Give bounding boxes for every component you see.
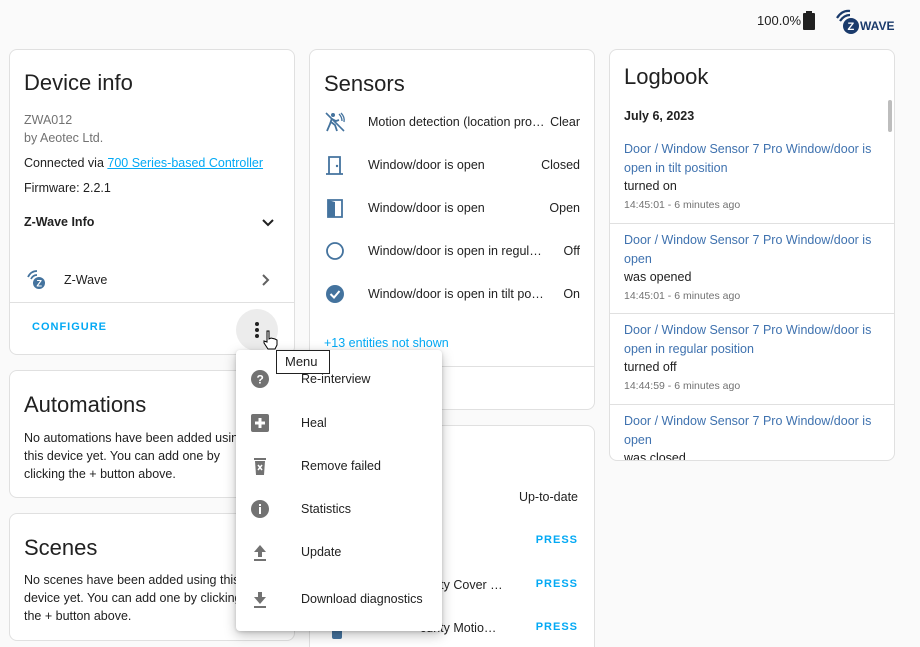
sensor-label: Window/door is open in tilt position bbox=[368, 287, 548, 301]
zwave-icon: Z bbox=[27, 270, 45, 289]
device-info-card: Device info ZWA012 by Aeotec Ltd. Connec… bbox=[9, 49, 295, 355]
logbook-entry: Door / Window Sensor 7 Pro Window/door i… bbox=[610, 140, 894, 230]
svg-text:Z: Z bbox=[37, 279, 43, 289]
card-divider bbox=[10, 302, 294, 303]
sensor-state: Off bbox=[563, 244, 580, 258]
menu-item-remove-failed[interactable]: Remove failed bbox=[236, 445, 442, 485]
battery-full-icon bbox=[803, 11, 815, 30]
svg-text:Z: Z bbox=[848, 21, 855, 33]
sensor-row-door[interactable]: Window/door is open Closed bbox=[310, 144, 594, 187]
menu-dot bbox=[255, 328, 259, 332]
logbook-entry: Door / Window Sensor 7 Pro Window/door i… bbox=[610, 231, 894, 321]
sensor-state: Open bbox=[549, 201, 580, 215]
logbook-divider bbox=[610, 223, 894, 224]
sensor-label: Window/door is open bbox=[368, 201, 485, 215]
automations-title: Automations bbox=[24, 392, 147, 417]
zwave-integration-link[interactable]: Z-Wave bbox=[64, 273, 107, 287]
top-bar: 100.0% Z WAVE bbox=[0, 0, 920, 44]
logbook-entity-link[interactable]: Door / Window Sensor 7 Pro Window/door i… bbox=[624, 231, 884, 269]
logbook-action: was closed bbox=[624, 451, 686, 461]
sensor-label: Window/door is open bbox=[368, 158, 485, 172]
logbook-entry: Door / Window Sensor 7 Pro Window/door i… bbox=[610, 321, 894, 411]
scenes-title: Scenes bbox=[24, 535, 98, 560]
menu-item-label: Update bbox=[301, 545, 342, 559]
logbook-time: 14:44:59 - 6 minutes ago bbox=[624, 380, 741, 392]
logbook-entity-link[interactable]: Door / Window Sensor 7 Pro Window/door i… bbox=[624, 140, 884, 178]
menu-item-update[interactable]: Update bbox=[236, 531, 442, 571]
menu-item-label: Download diagnostics bbox=[301, 592, 423, 606]
automations-empty-text: No automations have been added using thi… bbox=[24, 431, 245, 481]
connected-via: Connected via 700 Series-based Controlle… bbox=[24, 156, 263, 170]
menu-item-statistics[interactable]: Statistics bbox=[236, 488, 442, 528]
firmware-version: Firmware: 2.2.1 bbox=[24, 181, 111, 195]
help-circle-icon: ? bbox=[251, 370, 269, 388]
download-icon bbox=[254, 592, 266, 608]
connected-via-prefix: Connected via bbox=[24, 156, 108, 170]
chevron-down-icon[interactable] bbox=[260, 215, 276, 231]
logbook-action: turned off bbox=[624, 360, 677, 374]
logbook-action: was opened bbox=[624, 270, 692, 284]
logbook-entry: Door / Window Sensor 7 Pro Window/door i… bbox=[610, 412, 894, 461]
menu-item-label: Heal bbox=[301, 416, 327, 430]
logbook-time: 14:45:01 - 6 minutes ago bbox=[624, 199, 741, 211]
device-actions-menu: ? Re-interview Heal Remove failed Statis… bbox=[236, 350, 442, 631]
menu-item-label: Remove failed bbox=[301, 459, 381, 473]
device-info-title: Device info bbox=[24, 70, 133, 95]
logbook-time: 14:45:01 - 6 minutes ago bbox=[624, 290, 741, 302]
sensor-state: Closed bbox=[541, 158, 580, 172]
logbook-divider bbox=[610, 404, 894, 405]
delete-icon bbox=[254, 458, 266, 475]
logbook-entity-link[interactable]: Door / Window Sensor 7 Pro Window/door i… bbox=[624, 412, 884, 450]
chevron-right-icon[interactable] bbox=[258, 272, 274, 288]
door-closed-icon bbox=[326, 156, 343, 175]
device-manufacturer: by Aeotec Ltd. bbox=[24, 131, 104, 145]
svg-text:?: ? bbox=[257, 373, 264, 387]
configure-button[interactable]: CONFIGURE bbox=[32, 321, 107, 333]
door-open-icon bbox=[327, 199, 343, 218]
menu-item-heal[interactable]: Heal bbox=[236, 402, 442, 442]
motion-sensor-off-icon bbox=[325, 112, 345, 132]
sensor-label: Window/door is open in regular position bbox=[368, 244, 548, 258]
scenes-empty-text: No scenes have been added using this dev… bbox=[24, 573, 242, 623]
logbook-title: Logbook bbox=[624, 64, 709, 89]
more-entities-link[interactable]: +13 entities not shown bbox=[324, 336, 449, 350]
zwave-logo: Z WAVE bbox=[836, 9, 894, 34]
medical-bag-icon bbox=[251, 414, 269, 432]
logbook-action: turned on bbox=[624, 179, 677, 193]
controller-link[interactable]: 700 Series-based Controller bbox=[107, 156, 263, 170]
sensor-state: Clear bbox=[550, 115, 580, 129]
press-button[interactable]: PRESS bbox=[536, 621, 578, 633]
menu-dot bbox=[255, 334, 259, 338]
logbook-date: July 6, 2023 bbox=[624, 109, 695, 123]
logbook-divider bbox=[610, 313, 894, 314]
dots-vertical-icon bbox=[255, 322, 259, 326]
sensor-state: On bbox=[563, 287, 580, 301]
menu-item-label: Statistics bbox=[301, 502, 352, 516]
firmware-status: Up-to-date bbox=[518, 490, 578, 504]
check-circle-icon bbox=[326, 285, 344, 303]
menu-item-download-diagnostics[interactable]: Download diagnostics bbox=[236, 578, 442, 618]
info-icon bbox=[251, 500, 269, 518]
circle-outline-icon bbox=[326, 242, 344, 260]
press-button[interactable]: PRESS bbox=[536, 534, 578, 546]
sensor-row-motion[interactable]: Motion detection (location provided) Cle… bbox=[310, 101, 594, 144]
logbook-card: Logbook July 6, 2023 Door / Window Senso… bbox=[609, 49, 895, 461]
sensor-row-regular[interactable]: Window/door is open in regular position … bbox=[310, 230, 594, 273]
zwave-info-toggle[interactable]: Z-Wave Info bbox=[24, 215, 94, 229]
sensors-title: Sensors bbox=[324, 71, 405, 96]
sensor-row-tilt[interactable]: Window/door is open in tilt position On bbox=[310, 273, 594, 316]
menu-tooltip: Menu bbox=[276, 350, 330, 374]
press-button[interactable]: PRESS bbox=[536, 578, 578, 590]
menu-item-reinterview[interactable]: ? Re-interview bbox=[236, 358, 442, 398]
hand-cursor-icon bbox=[263, 330, 278, 350]
battery-level: 100.0% bbox=[757, 13, 802, 28]
menu-item-label: Re-interview bbox=[301, 372, 371, 386]
sensor-row-window[interactable]: Window/door is open Open bbox=[310, 187, 594, 230]
device-model: ZWA012 bbox=[24, 113, 73, 127]
logbook-scrollbar[interactable] bbox=[888, 100, 892, 132]
svg-text:WAVE: WAVE bbox=[860, 19, 894, 33]
upload-icon bbox=[254, 545, 266, 561]
sensor-label: Motion detection (location provided) bbox=[368, 115, 548, 129]
logbook-entity-link[interactable]: Door / Window Sensor 7 Pro Window/door i… bbox=[624, 321, 884, 359]
